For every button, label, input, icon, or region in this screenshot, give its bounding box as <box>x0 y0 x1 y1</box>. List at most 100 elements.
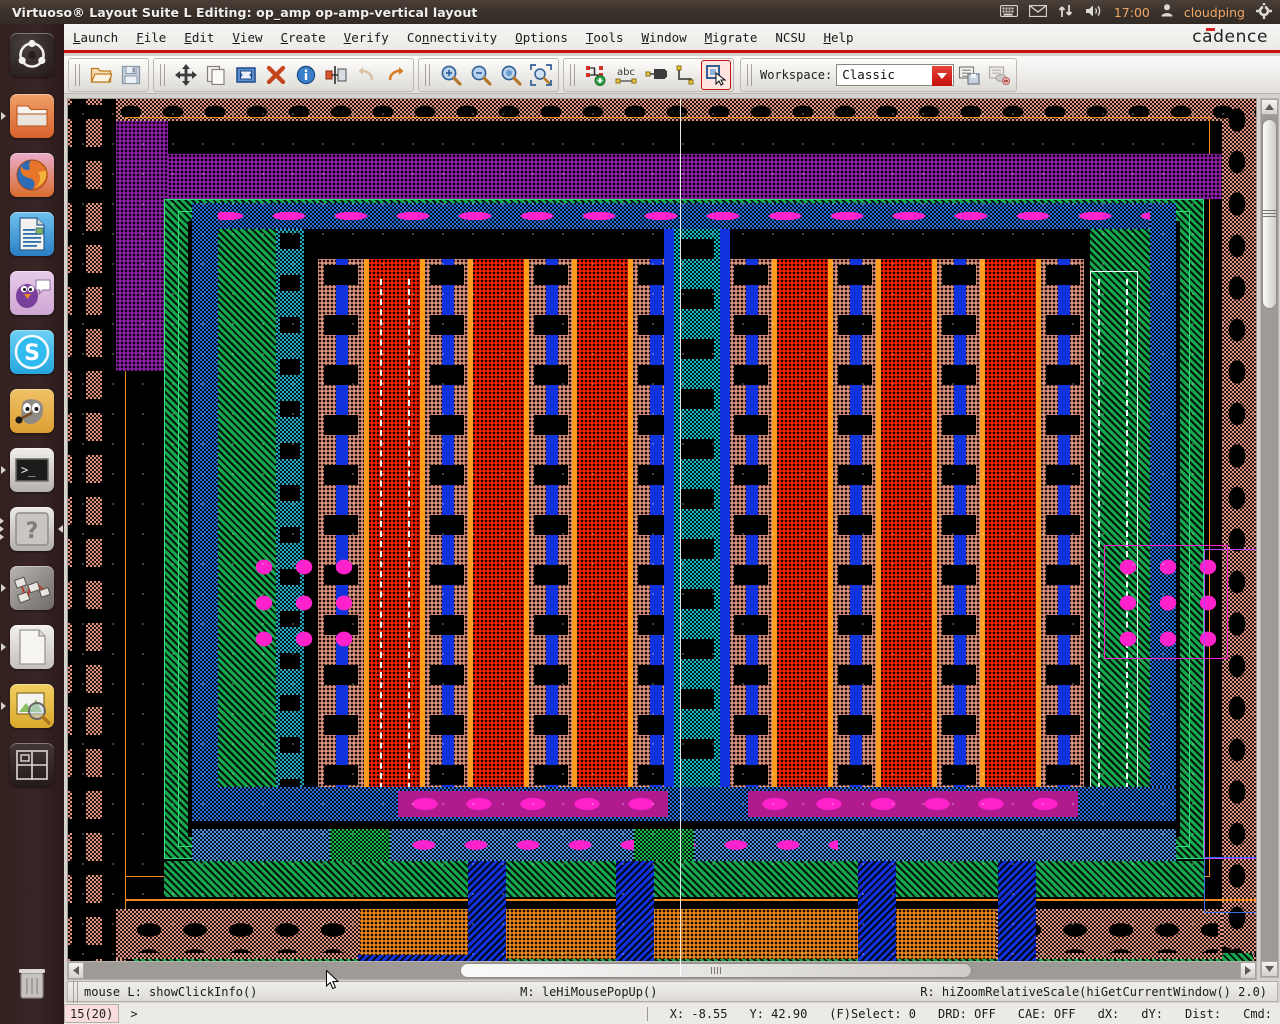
cadence-logo: cadence <box>1192 27 1268 47</box>
toolbar-grip-icon[interactable] <box>746 63 755 86</box>
coordinate-readout: X: -8.55 Y: 42.90 (F)Select: 0 DRD: OFF … <box>646 1003 1280 1024</box>
launcher-item-virtuoso[interactable] <box>0 558 64 617</box>
drd-status: DRD: OFF <box>938 1006 996 1021</box>
launcher-item-text-document[interactable] <box>0 617 64 676</box>
workspace-select[interactable]: Classic <box>836 63 955 86</box>
ubuntu-top-panel: Virtuoso® Layout Suite L Editing: op_amp… <box>0 0 1280 24</box>
launcher-item-image-viewer[interactable] <box>0 676 64 735</box>
menu-ncsu[interactable]: NCSU <box>766 28 814 47</box>
cadence-logo-text: cadence <box>1192 27 1268 47</box>
network-icon[interactable] <box>1058 4 1074 21</box>
save-workspace-button[interactable] <box>954 60 984 90</box>
select-tool-button[interactable] <box>701 59 731 90</box>
create-instance-button[interactable] <box>581 60 611 90</box>
menu-create[interactable]: Create <box>272 28 335 47</box>
zoom-out-button[interactable] <box>466 60 496 90</box>
launcher-item-terminal[interactable]: >_ <box>0 440 64 499</box>
menu-options[interactable]: Options <box>506 28 577 47</box>
stretch-button[interactable] <box>231 60 261 90</box>
running-pip-icon <box>1 583 6 592</box>
layout-canvas-content[interactable] <box>68 99 1256 977</box>
toolbar-grip-icon[interactable] <box>159 63 168 86</box>
svg-text:>_: >_ <box>21 463 36 477</box>
menu-verify[interactable]: Verify <box>335 28 398 47</box>
status-bar: mouse L: showClickInfo() M: leHiMousePop… <box>67 980 1278 1003</box>
svg-text:S: S <box>24 341 40 366</box>
toolbar-grip-icon[interactable] <box>74 63 83 86</box>
toolbar-group-edit <box>153 57 414 92</box>
launcher-item-pidgin[interactable] <box>0 263 64 322</box>
launcher-item-firefox[interactable] <box>0 145 64 204</box>
delete-workspace-button[interactable] <box>984 60 1014 90</box>
cae-status: CAE: OFF <box>1017 1006 1076 1021</box>
menu-window[interactable]: Window <box>633 28 696 47</box>
zoom-area-button[interactable] <box>526 60 556 90</box>
redo-button[interactable] <box>381 60 411 90</box>
scroll-left-button[interactable] <box>68 962 84 979</box>
scroll-up-button[interactable] <box>1261 99 1278 115</box>
cadence-logo-bar <box>1206 28 1216 31</box>
coord-y: Y: 42.90 <box>749 1006 808 1021</box>
create-label-button[interactable]: abc <box>611 60 641 90</box>
menu-view[interactable]: View <box>223 28 271 47</box>
horizontal-scroll-thumb[interactable] <box>460 963 972 978</box>
session-gear-icon[interactable] <box>1256 2 1272 22</box>
launcher-item-ubuntu-dash[interactable] <box>0 24 64 86</box>
mouse-cursor <box>326 969 342 996</box>
volume-icon[interactable] <box>1085 4 1103 21</box>
workspace-value: Classic <box>842 67 895 82</box>
launcher-item-libreoffice-writer[interactable] <box>0 204 64 263</box>
menu-connectivity[interactable]: Connectivity <box>398 28 506 47</box>
svg-text:?: ? <box>26 519 39 544</box>
delta-y: dY: <box>1141 1006 1163 1021</box>
command-label: Cmd: <box>1243 1006 1272 1021</box>
focused-pip-icon <box>58 524 63 533</box>
clock[interactable]: 17:00 <box>1114 5 1150 20</box>
copy-button[interactable] <box>201 60 231 90</box>
mail-icon[interactable] <box>1028 4 1047 20</box>
statusbar-grip-icon[interactable] <box>72 980 81 1003</box>
scroll-down-button[interactable] <box>1261 961 1278 977</box>
toolbar-grip-icon[interactable] <box>424 63 433 86</box>
launcher-item-skype[interactable]: S <box>0 322 64 381</box>
menu-file[interactable]: File <box>127 28 175 47</box>
zoom-fit-button[interactable] <box>496 60 526 90</box>
svg-text:abc: abc <box>617 67 635 78</box>
keyboard-indicator-icon[interactable] <box>999 4 1018 20</box>
menu-help[interactable]: Help <box>814 28 862 47</box>
toolbar-group-create: abc <box>563 57 734 92</box>
launcher-item-help[interactable]: ? <box>0 499 64 558</box>
vertical-scroll-thumb[interactable] <box>1262 119 1277 309</box>
create-path-button[interactable] <box>671 60 701 90</box>
toolbar-grip-icon[interactable] <box>569 63 578 86</box>
toolbar-group-zoom <box>418 57 559 92</box>
open-file-button[interactable] <box>86 60 116 90</box>
layout-canvas[interactable] <box>67 98 1257 978</box>
launcher-item-workspace-switcher[interactable] <box>0 735 64 794</box>
scroll-right-button[interactable] <box>1240 962 1256 979</box>
create-pin-button[interactable] <box>641 60 671 90</box>
save-button[interactable] <box>116 60 146 90</box>
zoom-in-button[interactable] <box>436 60 466 90</box>
mouse-middle-binding: M: leHiMousePopUp() <box>520 984 658 999</box>
properties-button[interactable] <box>291 60 321 90</box>
move-button[interactable] <box>171 60 201 90</box>
undo-button[interactable] <box>351 60 381 90</box>
menu-launch[interactable]: Launch <box>64 28 127 47</box>
vertical-scrollbar[interactable] <box>1260 98 1279 978</box>
launcher-item-files[interactable] <box>0 86 64 145</box>
chevron-down-icon[interactable] <box>932 65 953 86</box>
launcher-item-gimp[interactable] <box>0 381 64 440</box>
align-button[interactable] <box>321 60 351 90</box>
menu-migrate[interactable]: Migrate <box>696 28 767 47</box>
horizontal-scrollbar[interactable] <box>67 961 1257 980</box>
launcher-item-trash[interactable] <box>0 953 64 1012</box>
command-prompt-symbol: > <box>130 1006 138 1021</box>
running-pips-icon <box>0 516 4 542</box>
menu-tools[interactable]: Tools <box>577 28 633 47</box>
running-pip-icon <box>1 701 6 710</box>
username[interactable]: cloudping <box>1184 5 1245 20</box>
scroll-thumb-grip-icon <box>1263 210 1276 218</box>
delete-button[interactable] <box>261 60 291 90</box>
menu-edit[interactable]: Edit <box>175 28 223 47</box>
